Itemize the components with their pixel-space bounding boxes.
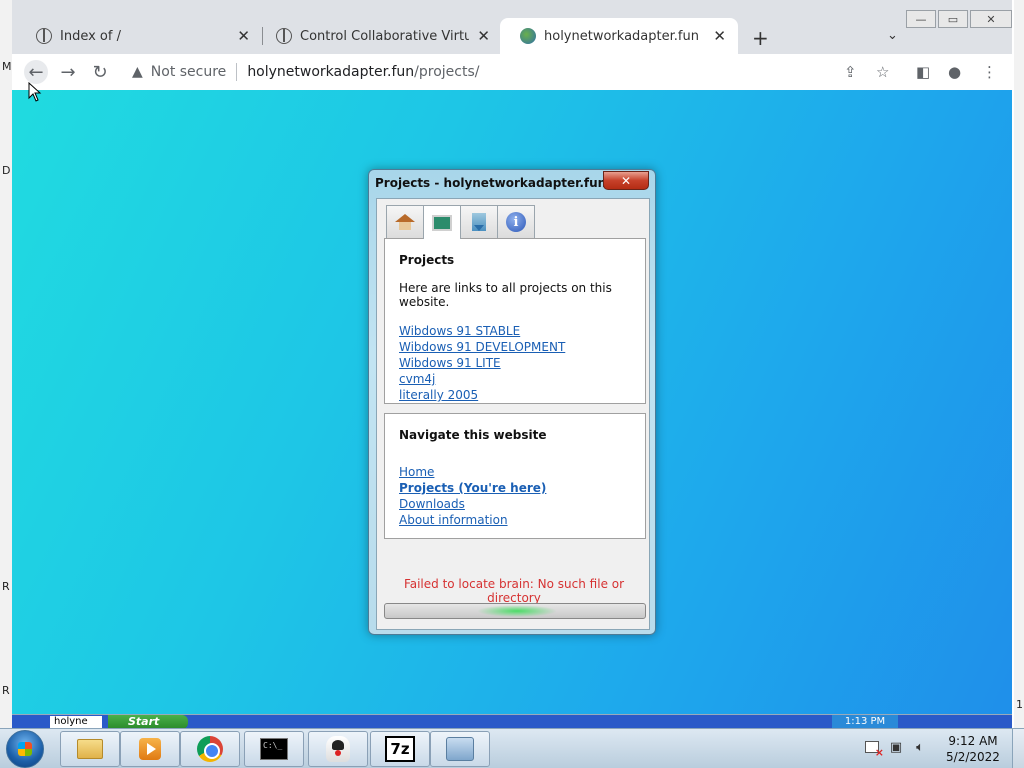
projects-panel: Projects Here are links to all projects …	[384, 238, 646, 404]
vm-start-button[interactable]: Start	[108, 715, 188, 729]
desktop-label-fragment: R	[2, 580, 10, 593]
taskbar-java[interactable]	[308, 731, 368, 767]
tab-about[interactable]: i	[497, 205, 535, 238]
desktop-label-fragment: D	[2, 164, 11, 177]
web-page: Projects - holynetworkadapter.fun ✕ i Pr…	[12, 90, 1012, 718]
url-path[interactable]: /projects/	[414, 64, 479, 80]
progress-glow	[477, 605, 557, 617]
vm-taskbar: holyne Start 1:13 PM	[12, 714, 1012, 729]
close-tab-icon[interactable]: ✕	[477, 27, 490, 45]
share-icon[interactable]: ⇪	[844, 63, 857, 81]
download-icon	[472, 213, 486, 231]
bookmark-star-icon[interactable]: ☆	[876, 63, 889, 81]
virtual-machine-icon	[446, 737, 474, 761]
taskbar-7zip[interactable]: 7z	[370, 731, 430, 767]
browser-window: — ▭ ✕ Index of / ✕ Control Collaborative…	[12, 0, 1012, 718]
security-label[interactable]: Not secure	[151, 64, 227, 80]
dialog-title: Projects - holynetworkadapter.fun	[375, 176, 607, 190]
show-desktop-button[interactable]	[1012, 729, 1024, 768]
vm-taskbar-item[interactable]: holyne	[50, 716, 102, 728]
projects-intro: Here are links to all projects on this w…	[399, 281, 612, 309]
forward-arrow-icon[interactable]: →	[56, 60, 80, 84]
java-icon	[326, 736, 350, 762]
tab-search-chevron-down-icon[interactable]: ⌄	[887, 28, 898, 43]
url-host[interactable]: holynetworkadapter.fun	[247, 64, 414, 80]
windows-taskbar: C:\_ 7z ▣ 🔈︎ 9:12 AM 5/2/2022	[0, 728, 1024, 768]
globe-icon	[276, 28, 292, 44]
projects-dialog: Projects - holynetworkadapter.fun ✕ i Pr…	[368, 169, 656, 635]
browser-toolbar: ← → ↻ ▲ Not secure holynetworkadapter.fu…	[12, 54, 1012, 90]
menu-kebab-icon[interactable]: ⋮	[982, 63, 997, 81]
taskbar-clock[interactable]: 9:12 AM 5/2/2022	[938, 733, 1008, 765]
home-icon	[395, 214, 415, 230]
close-tab-icon[interactable]: ✕	[237, 27, 250, 45]
side-panel-icon[interactable]: ◧	[916, 63, 930, 81]
dialog-close-button[interactable]: ✕	[603, 171, 649, 190]
mouse-cursor-icon	[28, 82, 42, 102]
project-link-cvm4j[interactable]: cvm4j	[399, 371, 631, 387]
desktop-label-fragment: R	[2, 684, 10, 697]
tab-title: Control Collaborative Virtual Ma	[300, 28, 470, 44]
site-favicon-icon	[520, 28, 536, 44]
progress-bar	[384, 603, 646, 619]
tab-projects[interactable]	[423, 205, 461, 239]
tab-downloads[interactable]	[460, 205, 498, 238]
nav-link-projects[interactable]: Projects (You're here)	[399, 480, 631, 496]
chrome-icon	[197, 736, 223, 762]
address-bar[interactable]: ▲ Not secure holynetworkadapter.fun /pro…	[122, 58, 912, 86]
back-arrow-icon[interactable]: ←	[24, 60, 48, 84]
project-link-wibdows-91-stable[interactable]: Wibdows 91 STABLE	[399, 323, 631, 339]
warning-icon[interactable]: ▲	[132, 64, 143, 80]
tab-title: Index of /	[60, 28, 121, 44]
taskbar-virtual-machine[interactable]	[430, 731, 490, 767]
tab-index-of[interactable]: Index of / ✕	[16, 18, 262, 54]
taskbar-chrome[interactable]	[180, 731, 240, 767]
action-center-flag-icon[interactable]	[864, 739, 884, 759]
tab-title: holynetworkadapter.fun	[544, 28, 699, 44]
globe-icon	[36, 28, 52, 44]
nav-link-home[interactable]: Home	[399, 464, 631, 480]
profile-avatar-icon[interactable]: ●	[948, 63, 961, 81]
taskbar-media-player[interactable]	[120, 731, 180, 767]
error-message: Failed to locate brain: No such file or …	[403, 577, 625, 605]
desktop-right-edge: 1	[1014, 0, 1024, 728]
nav-link-about[interactable]: About information	[399, 512, 631, 528]
projects-heading: Projects	[399, 253, 455, 267]
media-player-icon	[139, 738, 161, 760]
tab-strip: Index of / ✕ Control Collaborative Virtu…	[12, 18, 1012, 54]
taskbar-explorer[interactable]	[60, 731, 120, 767]
close-tab-icon[interactable]: ✕	[713, 27, 726, 45]
system-tray: ▣ 🔈︎	[864, 739, 928, 759]
projects-icon	[432, 214, 452, 231]
info-icon: i	[506, 212, 526, 232]
command-prompt-icon: C:\_	[260, 738, 288, 760]
clock-time: 9:12 AM	[948, 734, 998, 748]
navigation-panel: Navigate this website Home Projects (You…	[384, 413, 646, 539]
address-divider	[236, 63, 238, 81]
project-link-wibdows-91-lite[interactable]: Wibdows 91 LITE	[399, 355, 631, 371]
tab-holynetworkadapter[interactable]: holynetworkadapter.fun ✕	[500, 18, 738, 54]
vm-clock: 1:13 PM	[832, 715, 898, 729]
nav-link-downloads[interactable]: Downloads	[399, 496, 631, 512]
taskbar-command-prompt[interactable]: C:\_	[244, 731, 304, 767]
dialog-tab-bar: i	[386, 205, 535, 239]
project-link-literally-2005[interactable]: literally 2005	[399, 387, 631, 403]
tab-home[interactable]	[386, 205, 424, 238]
new-tab-button[interactable]: +	[752, 26, 769, 50]
dialog-body: i Projects Here are links to all project…	[376, 198, 650, 630]
start-button[interactable]	[6, 730, 44, 768]
project-link-wibdows-91-development[interactable]: Wibdows 91 DEVELOPMENT	[399, 339, 631, 355]
7zip-icon: 7z	[385, 736, 415, 762]
folder-icon	[77, 739, 103, 759]
tab-control-collaborative[interactable]: Control Collaborative Virtual Ma ✕	[256, 18, 502, 54]
clock-date: 5/2/2022	[946, 750, 1000, 764]
network-icon[interactable]: ▣	[888, 739, 904, 755]
desktop-label-fragment: M	[2, 60, 12, 73]
reload-icon[interactable]: ↻	[88, 60, 112, 84]
desktop-label-fragment: 1	[1016, 698, 1023, 711]
navigation-heading: Navigate this website	[399, 428, 547, 442]
volume-icon[interactable]: 🔈︎	[912, 739, 928, 755]
